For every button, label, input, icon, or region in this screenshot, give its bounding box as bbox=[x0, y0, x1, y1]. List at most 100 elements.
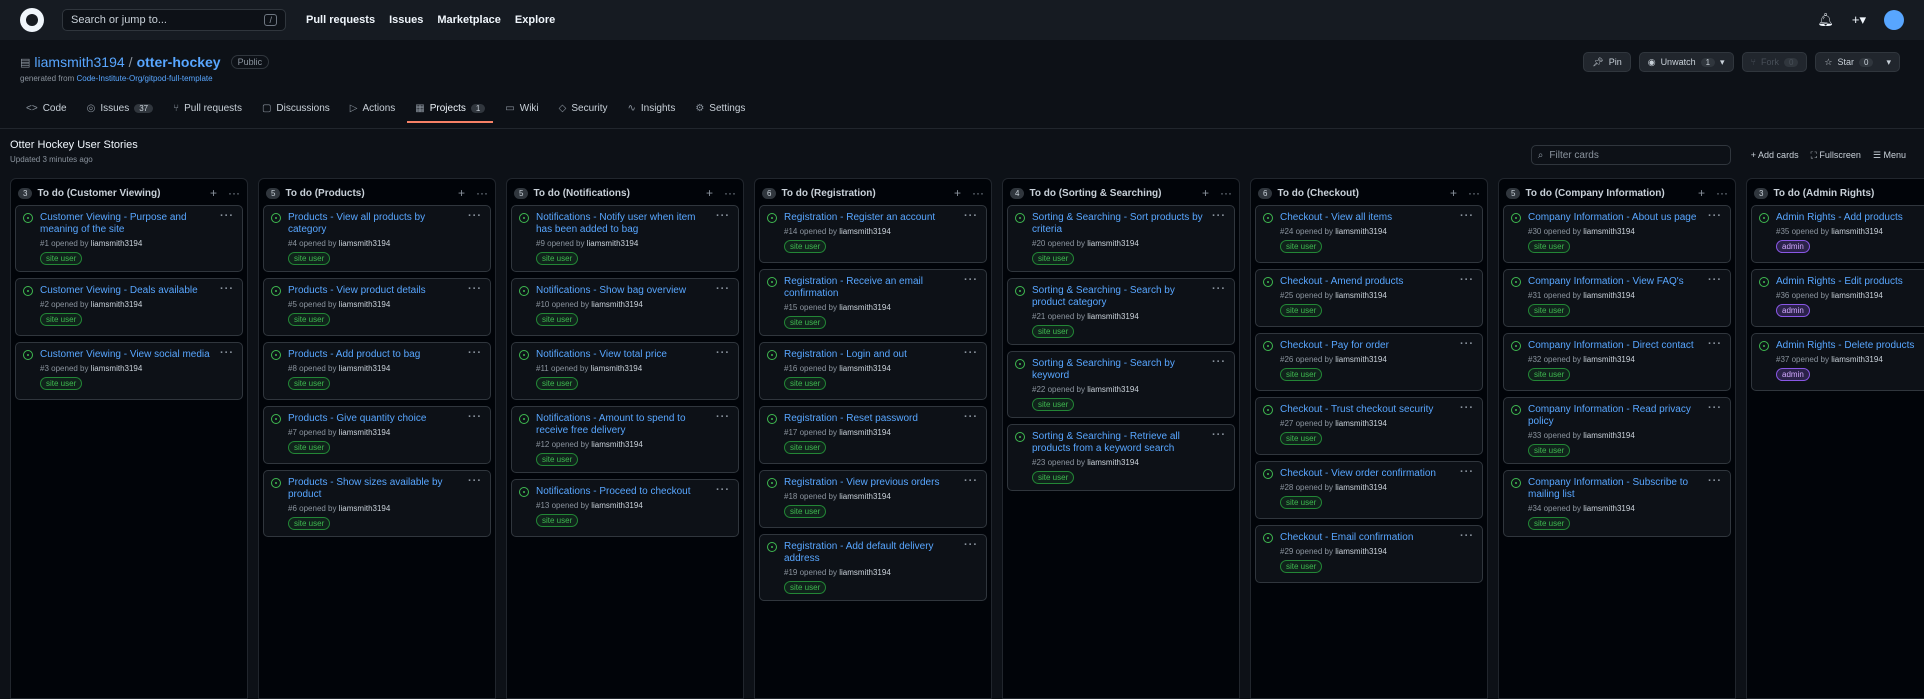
tab-insights[interactable]: ∿ Insights bbox=[619, 101, 683, 122]
card-menu-icon[interactable]: ··· bbox=[468, 475, 482, 487]
tab-settings[interactable]: ⚙ Settings bbox=[687, 101, 753, 122]
issue-author-link[interactable]: liamsmith3194 bbox=[1335, 291, 1387, 300]
issue-card[interactable]: ··· Sorting & Searching - Sort products b… bbox=[1007, 205, 1235, 272]
issue-label[interactable]: site user bbox=[1280, 432, 1323, 445]
issue-card[interactable]: ··· Company Information - View FAQ's #31 o… bbox=[1503, 269, 1731, 327]
issue-card[interactable]: ··· Notifications - Proceed to checkout #1… bbox=[511, 479, 739, 537]
issue-author-link[interactable]: liamsmith3194 bbox=[591, 364, 643, 373]
issue-title-link[interactable]: Admin Rights - Add products bbox=[1776, 212, 1924, 224]
issue-title-link[interactable]: Products - Give quantity choice bbox=[288, 413, 484, 425]
github-logo-icon[interactable] bbox=[20, 8, 44, 32]
card-menu-icon[interactable]: ··· bbox=[964, 347, 978, 359]
issue-author-link[interactable]: liamsmith3194 bbox=[1335, 547, 1387, 556]
issue-card[interactable]: ··· Checkout - Amend products #25 opened b… bbox=[1255, 269, 1483, 327]
issue-author-link[interactable]: liamsmith3194 bbox=[91, 364, 143, 373]
bell-icon[interactable]: 🔔︎ bbox=[1817, 12, 1834, 28]
issue-title-link[interactable]: Notifications - Notify user when item ha… bbox=[536, 212, 732, 236]
issue-card[interactable]: ··· Company Information - Direct contact #… bbox=[1503, 333, 1731, 391]
issue-label[interactable]: site user bbox=[1280, 240, 1323, 253]
card-menu-icon[interactable]: ··· bbox=[964, 411, 978, 423]
issue-label[interactable]: site user bbox=[288, 377, 331, 390]
plus-icon[interactable]: +▾ bbox=[1852, 12, 1866, 28]
column-menu-icon[interactable]: ··· bbox=[1468, 186, 1480, 200]
issue-title-link[interactable]: Notifications - Proceed to checkout bbox=[536, 486, 732, 498]
issue-label[interactable]: site user bbox=[288, 441, 331, 454]
issue-label[interactable]: site user bbox=[1528, 517, 1571, 530]
card-menu-icon[interactable]: ··· bbox=[468, 283, 482, 295]
card-menu-icon[interactable]: ··· bbox=[964, 539, 978, 551]
issue-label[interactable]: site user bbox=[288, 313, 331, 326]
issue-card[interactable]: ··· Company Information - Subscribe to ma… bbox=[1503, 470, 1731, 537]
issue-author-link[interactable]: liamsmith3194 bbox=[1583, 227, 1635, 236]
card-menu-icon[interactable]: ··· bbox=[1212, 429, 1226, 441]
column-menu-icon[interactable]: ··· bbox=[228, 186, 240, 200]
fullscreen-button[interactable]: ⛶ Fullscreen bbox=[1811, 150, 1861, 161]
issue-label[interactable]: site user bbox=[1280, 368, 1323, 381]
issue-card[interactable]: ··· Sorting & Searching - Retrieve all pr… bbox=[1007, 424, 1235, 491]
add-card-icon[interactable]: + bbox=[1202, 186, 1209, 200]
issue-author-link[interactable]: liamsmith3194 bbox=[339, 428, 391, 437]
card-menu-icon[interactable]: ··· bbox=[220, 347, 234, 359]
issue-title-link[interactable]: Company Information - Read privacy polic… bbox=[1528, 404, 1724, 428]
issue-author-link[interactable]: liamsmith3194 bbox=[1087, 385, 1139, 394]
issue-title-link[interactable]: Customer Viewing - Deals available bbox=[40, 285, 236, 297]
issue-label[interactable]: site user bbox=[40, 313, 83, 326]
issue-label[interactable]: admin bbox=[1776, 304, 1810, 317]
issue-author-link[interactable]: liamsmith3194 bbox=[1087, 239, 1139, 248]
card-menu-icon[interactable]: ··· bbox=[1708, 475, 1722, 487]
issue-label[interactable]: site user bbox=[40, 252, 83, 265]
issue-title-link[interactable]: Products - Add product to bag bbox=[288, 349, 484, 361]
column-menu-icon[interactable]: ··· bbox=[724, 186, 736, 200]
issue-author-link[interactable]: liamsmith3194 bbox=[339, 300, 391, 309]
issue-label[interactable]: site user bbox=[1032, 398, 1075, 411]
add-card-icon[interactable]: + bbox=[1450, 186, 1457, 200]
card-menu-icon[interactable]: ··· bbox=[964, 274, 978, 286]
issue-author-link[interactable]: liamsmith3194 bbox=[587, 239, 639, 248]
issue-author-link[interactable]: liamsmith3194 bbox=[1087, 458, 1139, 467]
tab-pull-requests[interactable]: ⑂ Pull requests bbox=[165, 101, 250, 122]
issue-title-link[interactable]: Sorting & Searching - Search by product … bbox=[1032, 285, 1228, 309]
card-menu-icon[interactable]: ··· bbox=[716, 347, 730, 359]
nav-pull-requests[interactable]: Pull requests bbox=[306, 14, 375, 26]
issue-author-link[interactable]: liamsmith3194 bbox=[1335, 355, 1387, 364]
issue-card[interactable]: ··· Checkout - View order confirmation #28… bbox=[1255, 461, 1483, 519]
card-menu-icon[interactable]: ··· bbox=[1460, 338, 1474, 350]
issue-title-link[interactable]: Registration - Reset password bbox=[784, 413, 980, 425]
issue-title-link[interactable]: Checkout - View order confirmation bbox=[1280, 468, 1476, 480]
card-menu-icon[interactable]: ··· bbox=[1460, 274, 1474, 286]
issue-card[interactable]: ··· Products - View product details #5 ope… bbox=[263, 278, 491, 336]
issue-title-link[interactable]: Company Information - View FAQ's bbox=[1528, 276, 1724, 288]
issue-card[interactable]: ··· Registration - Receive an email confi… bbox=[759, 269, 987, 336]
menu-button[interactable]: ☰ Menu bbox=[1873, 150, 1906, 161]
card-menu-icon[interactable]: ··· bbox=[468, 210, 482, 222]
issue-author-link[interactable]: liamsmith3194 bbox=[339, 504, 391, 513]
issue-card[interactable]: ··· Customer Viewing - Purpose and meanin… bbox=[15, 205, 243, 272]
issue-author-link[interactable]: liamsmith3194 bbox=[839, 492, 891, 501]
issue-label[interactable]: site user bbox=[536, 252, 579, 265]
issue-label[interactable]: site user bbox=[784, 505, 827, 518]
issue-label[interactable]: site user bbox=[784, 377, 827, 390]
card-menu-icon[interactable]: ··· bbox=[716, 484, 730, 496]
template-link[interactable]: Code-Institute-Org/gitpod-full-template bbox=[77, 74, 213, 83]
tab-projects[interactable]: ▦ Projects 1 bbox=[407, 101, 494, 123]
issue-label[interactable]: site user bbox=[784, 441, 827, 454]
tab-security[interactable]: ◇ Security bbox=[551, 101, 616, 122]
issue-label[interactable]: site user bbox=[1280, 496, 1323, 509]
issue-card[interactable]: ···Admin Rights - Delete products#37 ope… bbox=[1751, 333, 1924, 391]
add-card-icon[interactable]: + bbox=[458, 186, 465, 200]
issue-author-link[interactable]: liamsmith3194 bbox=[591, 501, 643, 510]
issue-label[interactable]: site user bbox=[1280, 304, 1323, 317]
issue-card[interactable]: ··· Products - Add product to bag #8 opene… bbox=[263, 342, 491, 400]
card-menu-icon[interactable]: ··· bbox=[1708, 338, 1722, 350]
issue-card[interactable]: ··· Checkout - Trust checkout security #27… bbox=[1255, 397, 1483, 455]
issue-author-link[interactable]: liamsmith3194 bbox=[1087, 312, 1139, 321]
nav-marketplace[interactable]: Marketplace bbox=[437, 14, 501, 26]
add-card-icon[interactable]: + bbox=[706, 186, 713, 200]
tab-code[interactable]: <> Code bbox=[18, 101, 75, 122]
issue-title-link[interactable]: Registration - Register an account bbox=[784, 212, 980, 224]
issue-card[interactable]: ··· Checkout - Email confirmation #29 open… bbox=[1255, 525, 1483, 583]
card-menu-icon[interactable]: ··· bbox=[1460, 402, 1474, 414]
issue-label[interactable]: site user bbox=[1280, 560, 1323, 573]
issue-author-link[interactable]: liamsmith3194 bbox=[339, 364, 391, 373]
issue-author-link[interactable]: liamsmith3194 bbox=[591, 440, 643, 449]
